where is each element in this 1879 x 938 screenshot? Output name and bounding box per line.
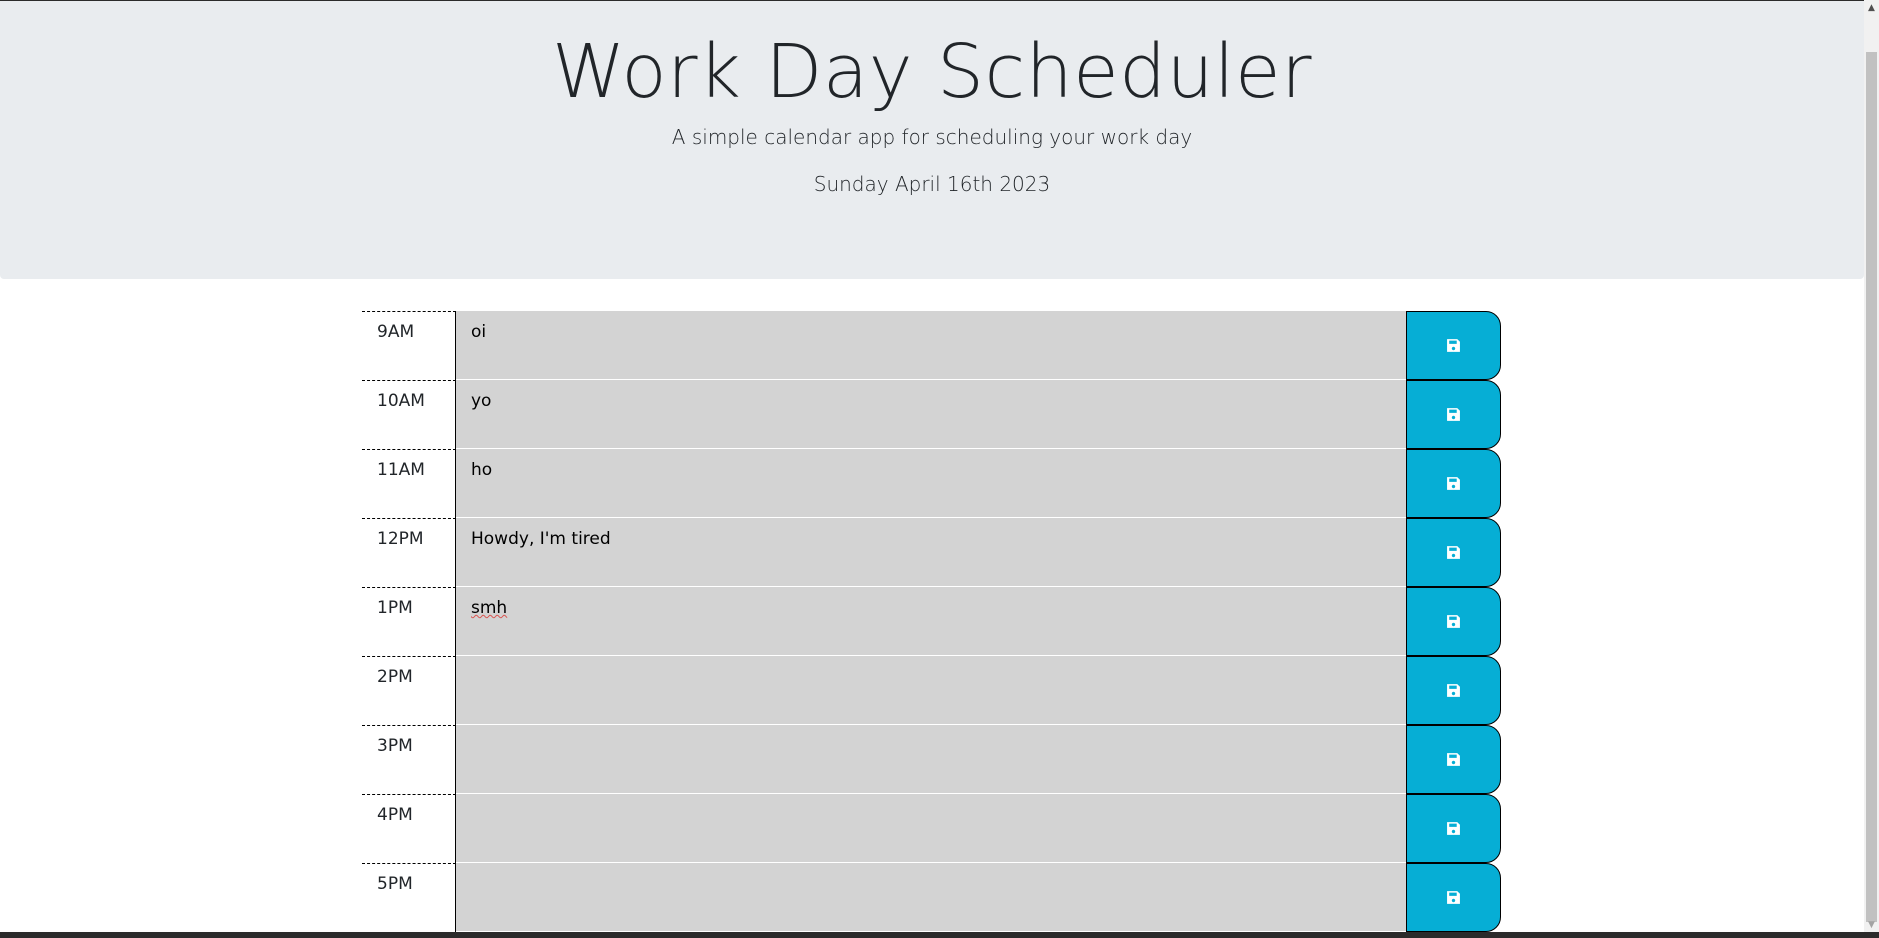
scrollbar-thumb[interactable] xyxy=(1866,52,1877,922)
page: Work Day Scheduler A simple calendar app… xyxy=(0,0,1879,938)
save-icon xyxy=(1447,615,1460,628)
save-button[interactable] xyxy=(1406,311,1501,380)
save-icon xyxy=(1447,891,1460,904)
save-button[interactable] xyxy=(1406,518,1501,587)
save-icon xyxy=(1447,684,1460,697)
description-textarea[interactable]: ho xyxy=(456,449,1406,518)
header-jumbotron: Work Day Scheduler A simple calendar app… xyxy=(0,1,1864,279)
hour-label: 10AM xyxy=(362,380,456,449)
page-subtitle: A simple calendar app for scheduling you… xyxy=(671,125,1193,149)
description-textarea[interactable] xyxy=(456,863,1406,932)
save-button[interactable] xyxy=(1406,794,1501,863)
window-bottom-bar xyxy=(0,932,1879,938)
hour-label: 5PM xyxy=(362,863,456,932)
time-block: 5PM xyxy=(362,863,1502,932)
description-textarea[interactable] xyxy=(456,725,1406,794)
hour-label: 2PM xyxy=(362,656,456,725)
time-block: 9AM oi xyxy=(362,311,1502,380)
save-icon xyxy=(1447,339,1460,352)
save-icon xyxy=(1447,822,1460,835)
time-block: 3PM xyxy=(362,725,1502,794)
time-block: 12PM Howdy, I'm tired xyxy=(362,518,1502,587)
description-textarea[interactable] xyxy=(456,794,1406,863)
scroll-down-icon[interactable]: ▼ xyxy=(1864,917,1879,932)
hour-label: 11AM xyxy=(362,449,456,518)
description-textarea[interactable]: oi xyxy=(456,311,1406,380)
hour-label: 9AM xyxy=(362,311,456,380)
save-button[interactable] xyxy=(1406,863,1501,932)
save-button[interactable] xyxy=(1406,725,1501,794)
save-button[interactable] xyxy=(1406,380,1501,449)
save-icon xyxy=(1447,546,1460,559)
save-icon xyxy=(1447,408,1460,421)
time-block: 10AM yo xyxy=(362,380,1502,449)
hour-label: 1PM xyxy=(362,587,456,656)
time-block: 2PM xyxy=(362,656,1502,725)
description-textarea[interactable]: yo xyxy=(456,380,1406,449)
description-textarea[interactable]: smh xyxy=(456,587,1406,656)
time-block: 4PM xyxy=(362,794,1502,863)
vertical-scrollbar[interactable]: ▲ ▼ xyxy=(1864,0,1879,938)
hour-label: 12PM xyxy=(362,518,456,587)
hour-label: 3PM xyxy=(362,725,456,794)
current-day: Sunday April 16th 2023 xyxy=(813,172,1051,196)
save-icon xyxy=(1447,477,1460,490)
description-textarea[interactable] xyxy=(456,656,1406,725)
time-block: 1PM smh xyxy=(362,587,1502,656)
save-button[interactable] xyxy=(1406,656,1501,725)
hour-label: 4PM xyxy=(362,794,456,863)
save-button[interactable] xyxy=(1406,449,1501,518)
save-icon xyxy=(1447,753,1460,766)
save-button[interactable] xyxy=(1406,587,1501,656)
scroll-up-icon[interactable]: ▲ xyxy=(1864,0,1879,15)
misspelled-text: smh xyxy=(471,598,508,618)
time-block: 11AM ho xyxy=(362,449,1502,518)
scheduler-container: 9AM oi 10AM yo 11AM ho 12PM Howdy, I'm t… xyxy=(362,311,1502,932)
description-textarea[interactable]: Howdy, I'm tired xyxy=(456,518,1406,587)
page-title: Work Day Scheduler xyxy=(551,29,1313,115)
